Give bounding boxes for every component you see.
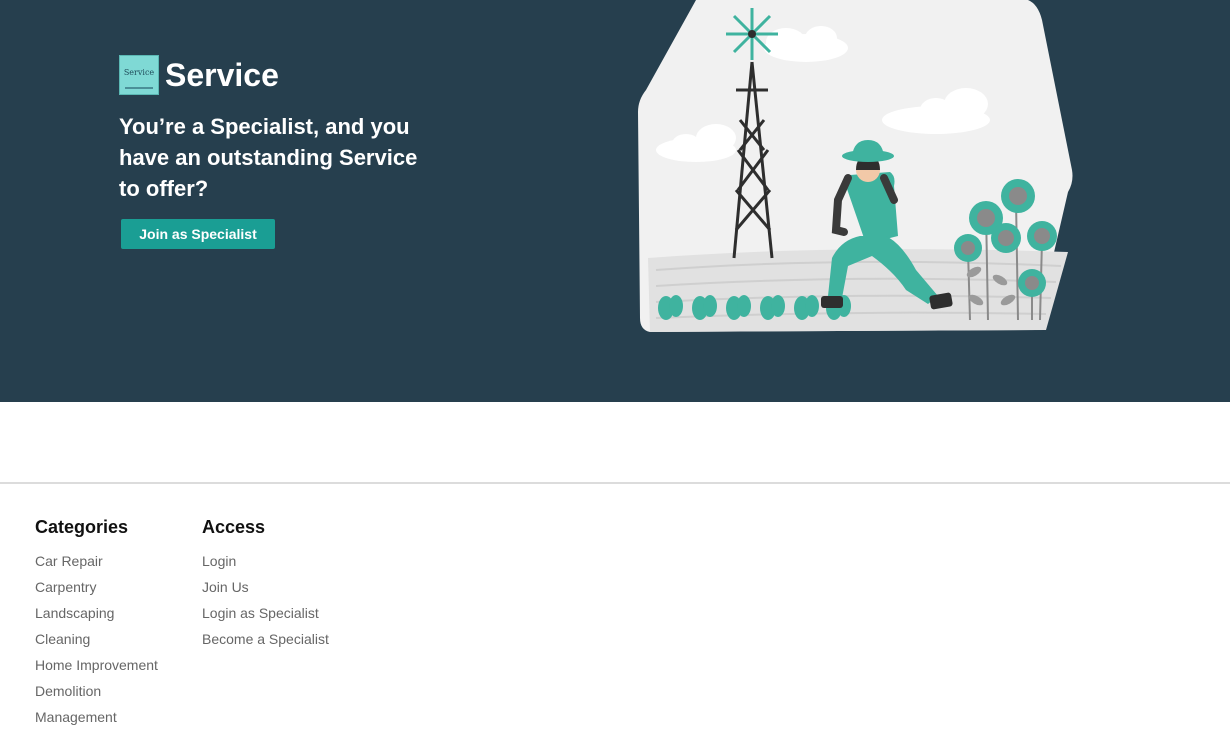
access-heading: Access: [202, 517, 266, 537]
gardener-illustration: [638, 0, 1073, 332]
hero-headline: You’re a Specialist, and you have an out…: [119, 114, 418, 201]
access-link-login[interactable]: Login: [202, 548, 329, 574]
access-link-join-us[interactable]: Join Us: [202, 574, 329, 600]
footer-categories: Categories Car Repair Carpentry Landscap…: [35, 514, 158, 730]
footer-access: Access Login Join Us Login as Specialist…: [202, 514, 329, 652]
brand-name: Service: [165, 57, 279, 93]
join-as-specialist-button[interactable]: Join as Specialist: [121, 219, 275, 249]
categories-heading: Categories: [35, 517, 129, 537]
category-link-cleaning[interactable]: Cleaning: [35, 626, 158, 652]
category-link-home-improvement[interactable]: Home Improvement: [35, 652, 158, 678]
footer-divider: [0, 482, 1230, 484]
logo-text: Service: [123, 68, 155, 77]
category-link-landscaping[interactable]: Landscaping: [35, 600, 158, 626]
category-link-carpentry[interactable]: Carpentry: [35, 574, 158, 600]
category-link-demolition[interactable]: Demolition: [35, 678, 158, 704]
access-link-become-specialist[interactable]: Become a Specialist: [202, 626, 329, 652]
hero-section: Service Service You’re a Specialist, and…: [0, 0, 1230, 402]
access-link-login-as-specialist[interactable]: Login as Specialist: [202, 600, 329, 626]
category-link-car-repair[interactable]: Car Repair: [35, 548, 158, 574]
service-logo-icon: Service: [119, 55, 159, 95]
brand: Service Service: [119, 55, 279, 95]
logo-line: [125, 87, 153, 89]
category-link-management[interactable]: Management: [35, 704, 158, 730]
